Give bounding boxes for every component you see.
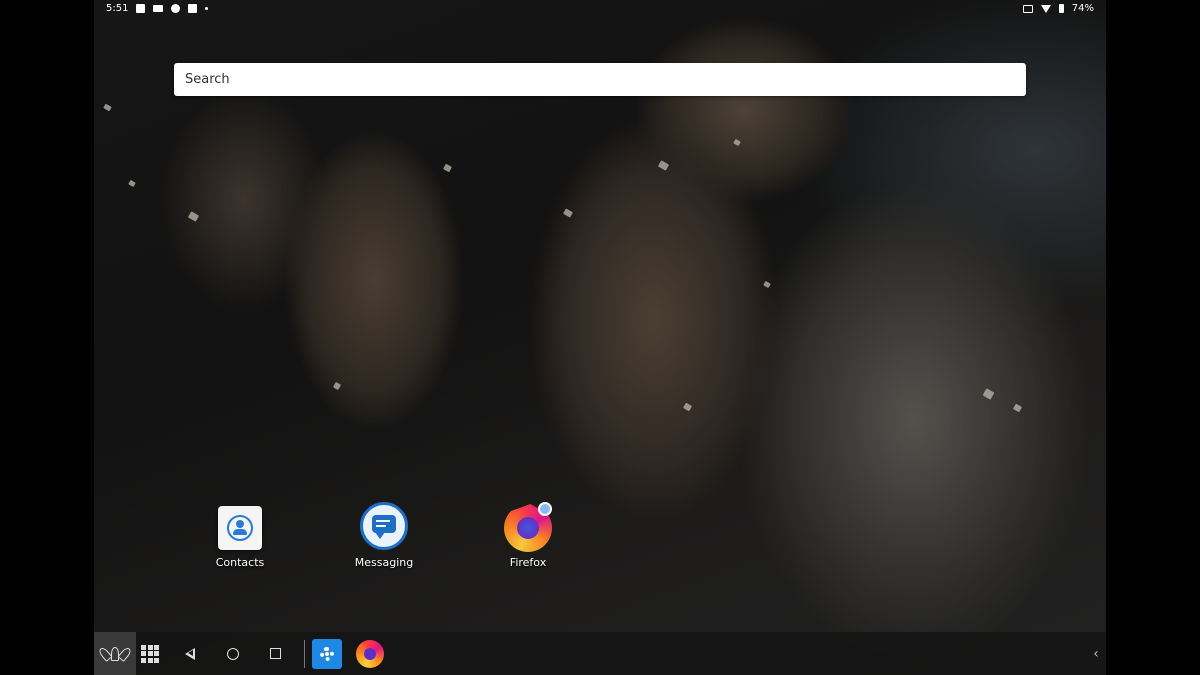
- app-contacts[interactable]: Contacts: [190, 502, 290, 569]
- app-messaging[interactable]: Messaging: [334, 502, 434, 569]
- home-screen: 5:51 74% Search Contacts Messaging Firef…: [94, 0, 1106, 675]
- taskbar-settings[interactable]: [311, 632, 343, 675]
- messaging-icon: [360, 502, 408, 550]
- start-button[interactable]: [94, 632, 136, 675]
- taskbar: ‹: [94, 632, 1106, 675]
- lotus-icon: [97, 645, 133, 662]
- firefox-icon: [356, 639, 384, 668]
- home-icon: [227, 647, 239, 660]
- clock: 5:51: [106, 3, 129, 14]
- search-bar[interactable]: Search: [174, 63, 1026, 96]
- app-drawer-button[interactable]: [138, 632, 162, 675]
- firefox-icon: [504, 502, 552, 552]
- recents-icon: [269, 648, 281, 659]
- settings-icon: [312, 638, 342, 669]
- cast-icon: [1022, 4, 1033, 13]
- app-label: Contacts: [215, 556, 265, 569]
- back-icon: [185, 647, 195, 660]
- battery-level: 74%: [1071, 3, 1094, 14]
- image-icon: [136, 4, 146, 13]
- taskbar-overflow-chevron-icon[interactable]: ‹: [1086, 632, 1106, 675]
- wifi-icon: [1040, 4, 1051, 13]
- grid-icon: [141, 644, 159, 663]
- taskbar-firefox[interactable]: [354, 632, 386, 675]
- firefox-notification-icon: [171, 4, 181, 13]
- app-label: Messaging: [354, 556, 414, 569]
- taskbar-divider: [304, 640, 305, 668]
- dot-icon: [205, 7, 209, 10]
- recents-button[interactable]: [263, 632, 287, 675]
- back-button[interactable]: [178, 632, 202, 675]
- app-firefox[interactable]: Firefox: [478, 502, 578, 569]
- clapper-icon: [188, 4, 198, 13]
- app-label: Firefox: [509, 556, 547, 569]
- battery-icon: [1058, 4, 1064, 13]
- camera-icon: [153, 5, 164, 12]
- search-placeholder: Search: [185, 72, 230, 87]
- home-button[interactable]: [221, 632, 245, 675]
- contacts-icon: [218, 506, 262, 550]
- status-bar: 5:51 74%: [94, 0, 1106, 18]
